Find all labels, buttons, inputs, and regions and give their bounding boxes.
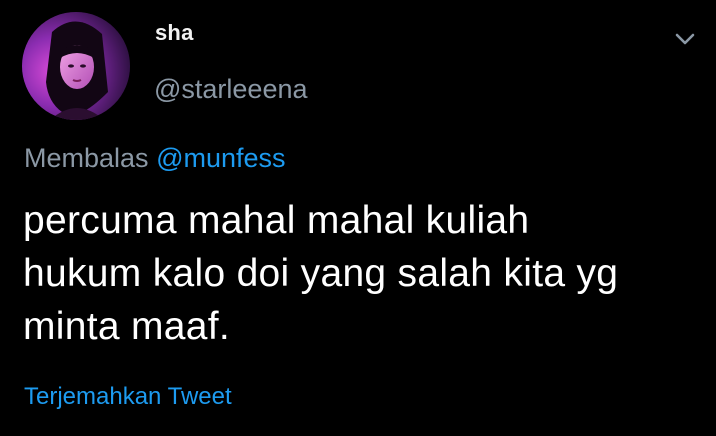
reply-context: Membalas @munfess: [24, 140, 286, 176]
tweet-text-line: percuma mahal mahal kuliah: [23, 199, 530, 242]
tweet-text-line: hukum kalo doi yang salah kita yg: [23, 252, 619, 295]
tweet-text-line: minta maaf.: [23, 305, 231, 348]
reply-mention-link[interactable]: @munfess: [156, 143, 285, 173]
reply-prefix: Membalas: [24, 143, 149, 173]
tweet-card[interactable]: sha @starleeena Membalas @munfess percum…: [0, 0, 716, 436]
translate-tweet-link[interactable]: Terjemahkan Tweet: [24, 381, 232, 413]
tweet-text: percuma mahal mahal kuliah hukum kalo do…: [23, 194, 703, 353]
user-handle[interactable]: @starleeena: [154, 72, 308, 106]
display-name[interactable]: sha: [155, 19, 194, 47]
chevron-down-icon[interactable]: [670, 24, 700, 54]
avatar[interactable]: [22, 12, 130, 120]
